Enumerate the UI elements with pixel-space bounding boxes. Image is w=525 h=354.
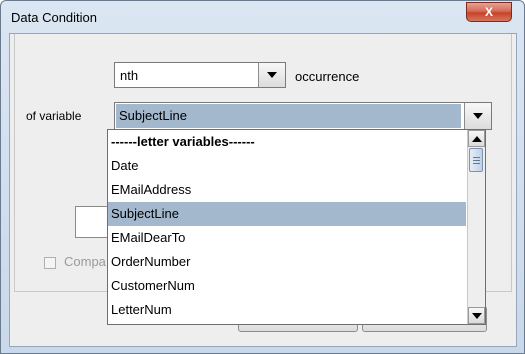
dropdown-item-subjectline[interactable]: SubjectLine <box>108 202 466 226</box>
variable-dropdown-list: ------letter variables------ Date EMailA… <box>107 129 486 325</box>
dropdown-item-letternum[interactable]: LetterNum <box>108 298 466 322</box>
variable-select-value: SubjectLine <box>116 104 461 128</box>
variable-select[interactable]: SubjectLine <box>114 102 492 130</box>
dropdown-item-date[interactable]: Date <box>108 154 466 178</box>
dropdown-item-ordernumber[interactable]: OrderNumber <box>108 250 466 274</box>
occurrence-dropdown-button[interactable] <box>258 63 285 87</box>
dropdown-scrollbar[interactable] <box>467 130 485 324</box>
variable-label: of variable <box>26 109 82 123</box>
occurrence-select[interactable]: nth <box>114 62 286 88</box>
chevron-up-icon <box>472 136 482 142</box>
scroll-down-button[interactable] <box>468 307 485 324</box>
chevron-down-icon <box>473 113 483 119</box>
scrollbar-thumb[interactable] <box>469 148 483 172</box>
compare-checkbox-label: Compa <box>64 254 106 269</box>
grip-line <box>473 157 480 158</box>
dropdown-item-emaildearto[interactable]: EMailDearTo <box>108 226 466 250</box>
scroll-up-button[interactable] <box>468 130 485 147</box>
dialog-title: Data Condition <box>11 10 97 25</box>
grip-line <box>473 160 480 161</box>
variable-dropdown-button[interactable] <box>464 103 491 129</box>
compare-checkbox[interactable] <box>44 257 56 269</box>
dropdown-header: ------letter variables------ <box>111 134 255 149</box>
close-icon: X <box>484 5 493 19</box>
chevron-down-icon <box>267 72 277 78</box>
chevron-down-icon <box>472 313 482 319</box>
dropdown-item-emailaddress[interactable]: EMailAddress <box>108 178 466 202</box>
occurrence-select-value: nth <box>120 68 139 83</box>
grip-line <box>473 163 480 164</box>
dropdown-item-customernum[interactable]: CustomerNum <box>108 274 466 298</box>
title-bar[interactable]: Data Condition X <box>1 1 524 33</box>
close-button[interactable]: X <box>466 2 512 22</box>
occurrence-label: occurrence <box>295 69 360 84</box>
